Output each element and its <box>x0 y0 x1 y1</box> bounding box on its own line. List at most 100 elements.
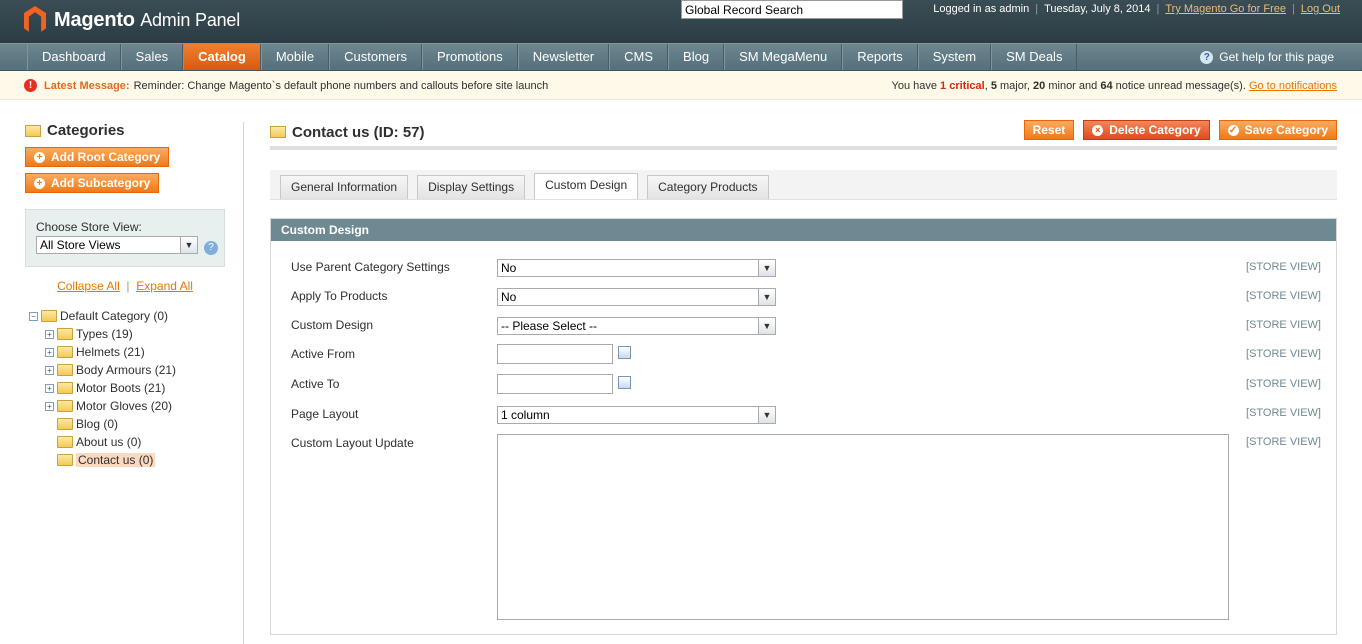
help-icon[interactable]: ? <box>204 241 218 255</box>
layout-update-textarea[interactable] <box>497 434 1229 620</box>
nav-reports[interactable]: Reports <box>842 44 918 70</box>
latest-message-label: Latest Message: <box>44 79 130 92</box>
chevron-down-icon: ▼ <box>758 289 775 305</box>
tree-node-label: Motor Boots (21) <box>76 381 166 395</box>
main-content: Contact us (ID: 57) Reset × Delete Catego… <box>270 118 1337 635</box>
active-to-input[interactable] <box>497 374 613 394</box>
save-label: Save Category <box>1244 123 1328 137</box>
tree-node-label: Default Category (0) <box>60 309 169 323</box>
apply-products-label: Apply To Products <box>291 289 388 303</box>
calendar-icon[interactable] <box>618 376 631 389</box>
magento-logo[interactable]: Magento Admin Panel <box>24 3 240 37</box>
nav-catalog[interactable]: Catalog <box>183 44 261 70</box>
active-from-input[interactable] <box>497 344 613 364</box>
tab-custom-design[interactable]: Custom Design <box>534 173 639 199</box>
folder-icon <box>270 126 286 138</box>
tree-node-label: Contact us (0) <box>76 453 156 467</box>
header-user-bar: Logged in as admin | Tuesday, July 8, 20… <box>933 3 1340 15</box>
tree-node-selected[interactable]: Contact us (0) <box>25 451 225 469</box>
add-subcategory-button[interactable]: + Add Subcategory <box>25 173 160 193</box>
nav-newsletter[interactable]: Newsletter <box>517 44 610 70</box>
help-text: Get help for this page <box>1219 50 1334 64</box>
checkmark-icon: ✓ <box>1227 124 1239 136</box>
nav-sm-deals[interactable]: SM Deals <box>991 44 1078 70</box>
global-search-input[interactable] <box>681 0 903 19</box>
tree-node[interactable]: + Body Armours (21) <box>25 361 225 379</box>
tree-node-label: Blog (0) <box>76 417 119 431</box>
scope-label: [STORE VIEW] <box>1246 348 1321 360</box>
expand-icon[interactable]: + <box>45 383 54 393</box>
nav-dashboard[interactable]: Dashboard <box>27 44 121 70</box>
active-to-label: Active To <box>291 377 340 391</box>
logout-link[interactable]: Log Out <box>1301 3 1340 15</box>
use-parent-select[interactable]: No ▼ <box>497 259 776 277</box>
reset-label: Reset <box>1032 123 1066 137</box>
expand-all-link[interactable]: Expand All <box>136 279 193 293</box>
calendar-icon[interactable] <box>618 346 631 359</box>
notif-major-label: major, <box>1000 80 1030 92</box>
page-layout-select[interactable]: 1 column ▼ <box>497 406 776 424</box>
notification-summary: You have 1 critical, 5 major, 20 minor a… <box>891 80 1338 92</box>
nav-cms[interactable]: CMS <box>609 44 669 70</box>
reset-button[interactable]: Reset <box>1023 120 1075 140</box>
layout-update-field <box>497 434 1229 620</box>
nav-mobile[interactable]: Mobile <box>260 44 330 70</box>
folder-icon <box>57 454 73 466</box>
logo-suffix: Admin Panel <box>140 9 241 30</box>
notif-minor: 20 <box>1033 80 1046 92</box>
expand-icon[interactable]: + <box>45 329 54 339</box>
nav-sales[interactable]: Sales <box>120 44 184 70</box>
nav-promotions[interactable]: Promotions <box>421 44 518 70</box>
tree-node-root[interactable]: − Default Category (0) <box>25 307 225 325</box>
tab-category-products[interactable]: Category Products <box>647 175 769 199</box>
notif-major: 5 <box>990 80 997 92</box>
tab-general-information[interactable]: General Information <box>280 175 409 199</box>
chevron-down-icon: ▼ <box>758 260 775 276</box>
section-header: Custom Design <box>271 219 1336 241</box>
tree-node[interactable]: Blog (0) <box>25 415 225 433</box>
category-tree: − Default Category (0) + Types (19) + Helm… <box>25 307 225 469</box>
expand-icon[interactable]: + <box>45 365 54 375</box>
go-to-notifications-link[interactable]: Go to notifications <box>1249 80 1337 92</box>
tree-node[interactable]: + Types (19) <box>25 325 225 343</box>
save-category-button[interactable]: ✓ Save Category <box>1218 120 1337 140</box>
apply-products-select[interactable]: No ▼ <box>497 288 776 306</box>
scope-label: [STORE VIEW] <box>1246 319 1321 331</box>
tree-node[interactable]: About us (0) <box>25 433 225 451</box>
tabs: General Information Display Settings Cus… <box>270 170 1337 200</box>
collapse-icon[interactable]: − <box>29 311 38 321</box>
active-from-field <box>497 344 631 364</box>
folder-icon <box>41 310 57 322</box>
nav-sm-megamenu[interactable]: SM MegaMenu <box>724 44 843 70</box>
delete-category-button[interactable]: × Delete Category <box>1083 120 1210 140</box>
collapse-all-link[interactable]: Collapse All <box>57 279 120 293</box>
use-parent-label: Use Parent Category Settings <box>291 260 450 274</box>
add-root-label: Add Root Category <box>51 150 161 164</box>
tree-node[interactable]: + Helmets (21) <box>25 343 225 361</box>
plus-icon: + <box>34 151 45 163</box>
custom-design-section: Custom Design Use Parent Category Settin… <box>270 218 1337 635</box>
expand-icon[interactable]: + <box>45 347 54 357</box>
message-bar: ! Latest Message: Reminder: Change Magen… <box>0 72 1362 100</box>
add-root-category-button[interactable]: + Add Root Category <box>25 147 170 167</box>
nav-blog[interactable]: Blog <box>668 44 725 70</box>
logged-in-text: Logged in as admin <box>933 3 1030 15</box>
tree-node-label: Body Armours (21) <box>76 363 177 377</box>
try-magento-link[interactable]: Try Magento Go for Free <box>1165 3 1286 15</box>
folder-icon <box>25 124 41 137</box>
store-view-select[interactable]: All Store Views ▼ <box>36 236 198 254</box>
custom-design-select[interactable]: -- Please Select -- ▼ <box>497 317 776 335</box>
tree-node[interactable]: + Motor Boots (21) <box>25 379 225 397</box>
store-view-label: Choose Store View: <box>36 220 142 234</box>
help-link[interactable]: ? Get help for this page <box>1200 44 1334 70</box>
categories-heading: Categories <box>25 122 225 139</box>
active-to-field <box>497 374 631 394</box>
nav-customers[interactable]: Customers <box>329 44 422 70</box>
scope-label: [STORE VIEW] <box>1246 436 1321 448</box>
nav-system[interactable]: System <box>917 44 992 70</box>
tree-node-label: Motor Gloves (20) <box>76 399 173 413</box>
layout-update-label: Custom Layout Update <box>291 436 414 450</box>
expand-icon[interactable]: + <box>45 401 54 411</box>
tree-node[interactable]: + Motor Gloves (20) <box>25 397 225 415</box>
tab-display-settings[interactable]: Display Settings <box>417 175 526 199</box>
